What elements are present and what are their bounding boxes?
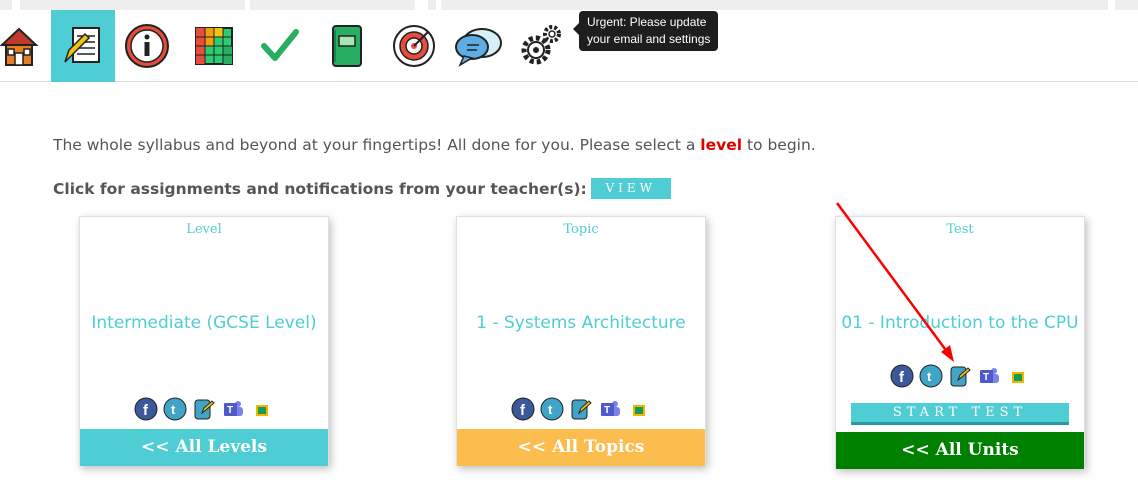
nav-tests[interactable] (248, 10, 312, 82)
intro-text-before: The whole syllabus and beyond at your fi… (53, 136, 701, 154)
twitter-icon[interactable]: t (163, 397, 187, 421)
assignments-label: Click for assignments and notifications … (53, 179, 587, 198)
svg-text:T: T (983, 372, 989, 383)
top-strip (0, 0, 1138, 10)
classroom-icon[interactable] (1006, 364, 1030, 388)
facebook-icon[interactable]: f (134, 397, 158, 421)
grid-chart-icon (195, 27, 233, 65)
gears-icon (521, 25, 561, 65)
intro-level-word: level (700, 136, 743, 154)
target-icon (393, 25, 435, 67)
nav-info[interactable] (115, 10, 179, 82)
nav-assignments[interactable] (51, 10, 115, 82)
house-icon (0, 27, 39, 66)
classroom-icon[interactable] (250, 397, 274, 421)
level-card-heading: Level (186, 222, 222, 237)
svg-text:t: t (548, 402, 553, 417)
intro-text: The whole syllabus and beyond at your fi… (53, 136, 816, 154)
svg-text:t: t (171, 402, 176, 417)
share-edit-icon[interactable] (192, 397, 216, 421)
nav-settings[interactable] (508, 10, 572, 82)
topic-share-row: f t T (457, 397, 705, 421)
twitter-icon[interactable]: t (540, 397, 564, 421)
all-units-button[interactable]: << All Units (836, 432, 1084, 469)
test-card-title[interactable]: 01 - Introduction to the CPU (836, 313, 1084, 333)
topic-card: Topic 1 - Systems Architecture f t T << … (456, 216, 706, 466)
view-button[interactable]: VIEW (590, 178, 671, 199)
teams-icon[interactable]: T (598, 397, 622, 421)
info-icon (125, 24, 169, 68)
notebook-icon (332, 25, 362, 67)
svg-text:T: T (227, 405, 233, 416)
start-test-button[interactable]: START TEST (851, 403, 1069, 425)
level-card-title[interactable]: Intermediate (GCSE Level) (80, 313, 328, 333)
all-topics-button[interactable]: << All Topics (457, 429, 705, 466)
pencil-paper-icon (64, 27, 100, 63)
test-card: Test 01 - Introduction to the CPU f t T … (835, 216, 1085, 469)
topic-card-heading: Topic (563, 222, 599, 237)
teams-icon[interactable]: T (977, 364, 1001, 388)
topic-card-title[interactable]: 1 - Systems Architecture (457, 313, 705, 333)
speech-bubbles-icon (455, 28, 502, 67)
share-edit-icon[interactable] (569, 397, 593, 421)
assignments-row: Click for assignments and notifications … (53, 178, 671, 199)
intro-text-after: to begin. (742, 136, 816, 154)
nav-progress[interactable] (182, 10, 246, 82)
level-card: Level Intermediate (GCSE Level) f t T <<… (79, 216, 329, 466)
classroom-icon[interactable] (627, 397, 651, 421)
all-levels-button[interactable]: << All Levels (80, 429, 328, 466)
teams-icon[interactable]: T (221, 397, 245, 421)
svg-text:t: t (927, 369, 932, 384)
share-edit-icon[interactable] (948, 364, 972, 388)
nav-notebook[interactable] (315, 10, 379, 82)
facebook-icon[interactable]: f (890, 364, 914, 388)
nav-messages[interactable] (446, 10, 510, 82)
twitter-icon[interactable]: t (919, 364, 943, 388)
level-share-row: f t T (80, 397, 328, 421)
icon-nav-bar (0, 10, 1138, 82)
urgent-tooltip: Urgent: Please update your email and set… (573, 11, 718, 51)
nav-home[interactable] (0, 10, 51, 82)
test-card-heading: Test (946, 222, 974, 237)
facebook-icon[interactable]: f (511, 397, 535, 421)
checkmark-icon (261, 29, 299, 61)
svg-text:T: T (604, 405, 610, 416)
test-share-row: f t T (836, 364, 1084, 388)
nav-goals[interactable] (382, 10, 446, 82)
